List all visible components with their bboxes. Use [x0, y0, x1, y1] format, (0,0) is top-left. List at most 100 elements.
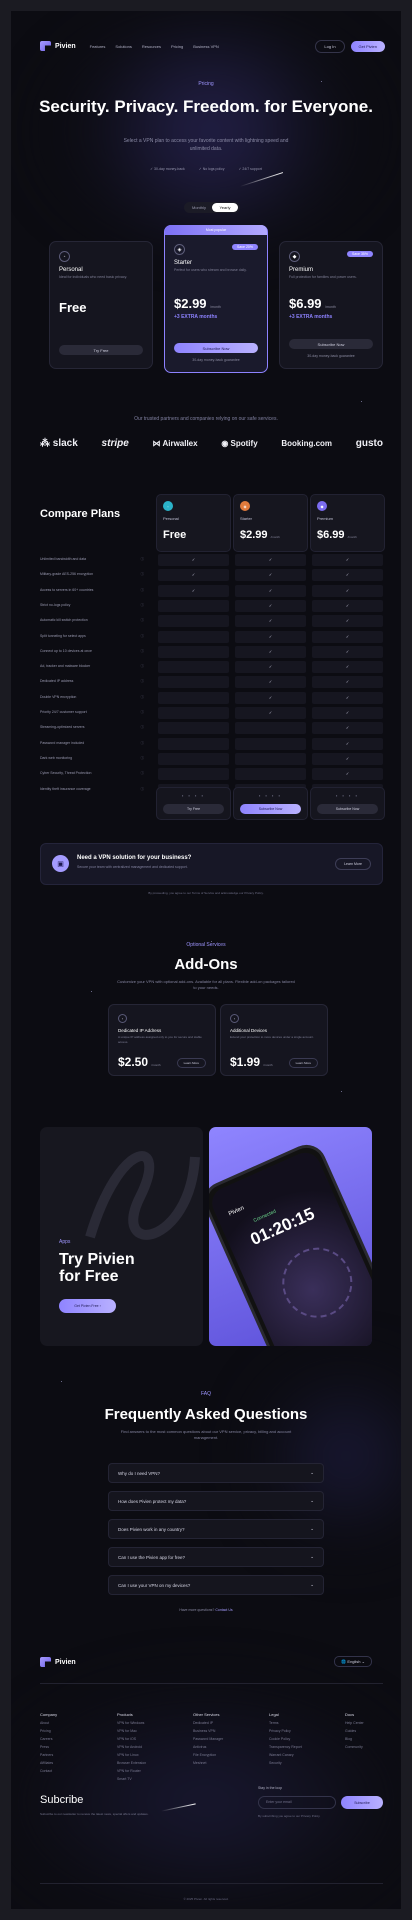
plan-badge: Save 20% — [232, 244, 258, 250]
footer-heading: Products — [117, 1712, 133, 1717]
logo-gusto: gusto — [355, 438, 383, 449]
footer-link[interactable]: Affiliates — [40, 1759, 57, 1767]
footer-link[interactable]: Contact — [40, 1767, 57, 1775]
nav-link-resources[interactable]: Resources — [142, 44, 161, 49]
compare-button[interactable]: Try Free — [163, 804, 224, 814]
info-icon[interactable]: ⓘ — [141, 664, 145, 669]
info-icon[interactable]: ⓘ — [141, 679, 145, 684]
hero-eyebrow: Pricing — [198, 81, 214, 87]
info-icon[interactable]: ⓘ — [141, 603, 145, 608]
footer-link[interactable]: Business VPN — [193, 1727, 223, 1735]
footer-link[interactable]: VPN for Mac — [117, 1727, 146, 1735]
footer-link[interactable]: Partners — [40, 1751, 57, 1759]
info-icon[interactable]: ⓘ — [141, 756, 145, 761]
ip-icon: ◦ — [118, 1014, 127, 1023]
faq-item[interactable]: How does Pivien protect my data? ⌄ — [108, 1491, 324, 1511]
partners-caption: Our trusted partners and companies relyi… — [134, 416, 278, 422]
footer-link[interactable]: Transparency Report — [269, 1743, 302, 1751]
footer-link[interactable]: Terms — [269, 1719, 302, 1727]
footer-link[interactable]: VPN for Router — [117, 1767, 146, 1775]
subscribe-button[interactable]: Subscribe — [341, 1796, 383, 1809]
footer-link[interactable]: Pricing — [40, 1727, 57, 1735]
info-icon[interactable]: ⓘ — [141, 634, 145, 639]
toggle-monthly[interactable]: Monthly — [186, 203, 212, 212]
info-icon[interactable]: ⓘ — [141, 557, 145, 562]
info-icon[interactable]: ⓘ — [141, 649, 145, 654]
footer-link[interactable]: VPN for Windows — [117, 1719, 146, 1727]
footer-link[interactable]: About — [40, 1719, 57, 1727]
info-icon[interactable]: ⓘ — [141, 618, 145, 623]
footer-link[interactable]: Warrant Canary — [269, 1751, 302, 1759]
email-input[interactable]: Enter your email — [258, 1796, 336, 1809]
plan-price: $6.99 /month — [289, 296, 336, 311]
compare-feature-row: Connect up to 10 devices at once ⓘ — [40, 649, 144, 654]
plan-button[interactable]: Try Free — [59, 345, 143, 355]
addon-button[interactable]: Learn More — [288, 1058, 318, 1068]
info-icon[interactable]: ⓘ — [141, 572, 145, 577]
contact-link[interactable]: Contact Us — [215, 1608, 232, 1612]
info-icon[interactable]: ⓘ — [141, 771, 145, 776]
footer-link[interactable]: VPN for iOS — [117, 1735, 146, 1743]
faq-item[interactable]: Can I use the Pivien app for free? ⌄ — [108, 1547, 324, 1567]
footer-link[interactable]: Guides — [345, 1727, 364, 1735]
check-icon: ✓ — [235, 630, 306, 643]
addon-desc: Extend your protection to more devices u… — [230, 1035, 314, 1039]
info-icon[interactable]: ⓘ — [141, 741, 145, 746]
get-app-button[interactable]: Get Pivien — [350, 40, 385, 52]
faq-item[interactable]: Why do I need VPN? ⌄ — [108, 1463, 324, 1483]
plan-button[interactable]: Subscribe Now — [289, 339, 373, 349]
footer-link[interactable]: Community — [345, 1743, 364, 1751]
nav-link-features[interactable]: Features — [90, 44, 106, 49]
footer-link[interactable]: Antivirus — [193, 1743, 223, 1751]
addon-button[interactable]: Learn More — [176, 1058, 206, 1068]
compare-cell — [235, 752, 306, 765]
footer-link[interactable]: Smart TV — [117, 1775, 146, 1783]
footer-link[interactable]: Meshnet — [193, 1759, 223, 1767]
nav-link-business[interactable]: Business VPN — [193, 44, 219, 49]
language-select[interactable]: 🌐 English ⌄ — [334, 1656, 372, 1667]
plan-icon: ◦ — [59, 251, 70, 262]
faq-item[interactable]: Does Pivien work in any country? ⌄ — [108, 1519, 324, 1539]
compare-col-name: Premium — [317, 516, 334, 521]
promo-button[interactable]: Get Pivien Free › — [59, 1299, 116, 1313]
footer-link[interactable]: File Encryption — [193, 1751, 223, 1759]
footer-heading: Other Services — [193, 1712, 220, 1717]
footer-link[interactable]: Cookie Policy — [269, 1735, 302, 1743]
footer-link[interactable]: Press — [40, 1743, 57, 1751]
toggle-yearly[interactable]: Yearly — [212, 203, 238, 212]
faq-item[interactable]: Can I use your VPN on my devices? ⌄ — [108, 1575, 324, 1595]
nav-link-solutions[interactable]: Solutions — [115, 44, 131, 49]
compare-feature-row: Identity theft insurance coverage ⓘ — [40, 787, 144, 792]
footer-link[interactable]: VPN for Linux — [117, 1751, 146, 1759]
footer-link[interactable]: Privacy Policy — [269, 1727, 302, 1735]
logo-booking: Booking.com — [281, 439, 333, 448]
footer-link[interactable]: Browser Extension — [117, 1759, 146, 1767]
footer-link[interactable]: VPN for Android — [117, 1743, 146, 1751]
footer-link[interactable]: Help Center — [345, 1719, 364, 1727]
footer-link[interactable]: Careers — [40, 1735, 57, 1743]
business-banner: ▣ Need a VPN solution for your business?… — [40, 843, 383, 885]
footer-link[interactable]: Blog — [345, 1735, 364, 1743]
info-icon[interactable]: ⓘ — [141, 695, 145, 700]
footer-link[interactable]: Password Manager — [193, 1735, 223, 1743]
footer-link[interactable]: Security — [269, 1759, 302, 1767]
brand-name[interactable]: Pivien — [55, 43, 76, 50]
compare-button[interactable]: Subscribe Now — [240, 804, 301, 814]
compare-button[interactable]: Subscribe Now — [317, 804, 378, 814]
check-icon: ✓ — [312, 661, 383, 674]
faq-title: Frequently Asked Questions — [104, 1406, 308, 1423]
plan-button[interactable]: Subscribe Now — [174, 343, 258, 353]
nav-link-pricing[interactable]: Pricing — [171, 44, 183, 49]
info-icon[interactable]: ⓘ — [141, 588, 145, 593]
footer-link[interactable]: Dedicated IP — [193, 1719, 223, 1727]
check-icon: ✓ — [312, 584, 383, 597]
info-icon[interactable]: ⓘ — [141, 725, 145, 730]
check-icon: ✓ — [235, 645, 306, 658]
login-button[interactable]: Log In — [315, 39, 345, 53]
business-button[interactable]: Learn More — [335, 858, 371, 870]
info-icon[interactable]: ⓘ — [141, 787, 145, 792]
footer-logo[interactable]: Pivien — [40, 1657, 90, 1667]
info-icon[interactable]: ⓘ — [141, 710, 145, 715]
subscribe-title: Subcribe — [40, 1794, 84, 1806]
billing-toggle[interactable]: Monthly Yearly — [184, 202, 240, 213]
